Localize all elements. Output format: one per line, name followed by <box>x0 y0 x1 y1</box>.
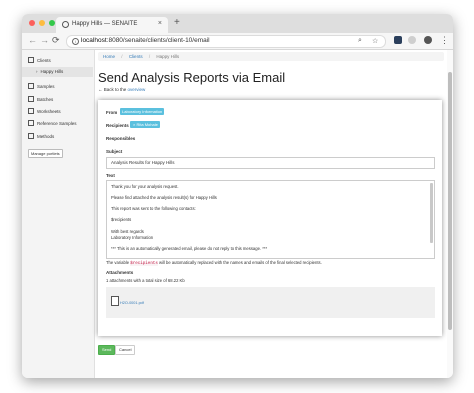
sidebar-item-samples[interactable]: Samples <box>28 83 55 89</box>
info-icon[interactable]: i <box>72 38 79 45</box>
browser-toolbar: ← → ⟳ i localhost:8080/senaite/clients/c… <box>22 33 453 50</box>
page-scrollbar-thumb[interactable] <box>448 72 452 330</box>
subject-input[interactable]: Analysis Results for Happy Hills <box>106 157 435 169</box>
breadcrumb-separator: / <box>121 54 123 59</box>
recipients-label: Recipients <box>106 123 129 128</box>
reference-icon <box>28 120 34 126</box>
text-label: Text <box>106 173 115 178</box>
sidebar-item-label: Methods <box>37 134 55 139</box>
variable-hint: The variable $recipients will be automat… <box>106 260 322 266</box>
clients-icon <box>28 57 34 63</box>
globe-icon <box>62 21 69 28</box>
extension-dots-icon[interactable] <box>408 36 416 44</box>
sidebar-item-clients[interactable]: Clients <box>28 57 51 63</box>
textarea-scrollbar[interactable] <box>430 183 433 243</box>
forward-arrow-icon[interactable]: → <box>40 35 49 45</box>
sidebar-item-label: Happy Hills <box>40 69 64 74</box>
methods-icon <box>28 133 34 139</box>
chevron-right-icon: › <box>36 69 38 74</box>
body-textarea[interactable]: Thank you for your analysis request. Ple… <box>106 180 435 259</box>
url-path: :8080/senaite/clients/client-10/email <box>106 37 210 44</box>
attachments-summary: 1 attachments with a total size of 68.22… <box>106 278 185 283</box>
maximize-window-button[interactable] <box>49 20 55 26</box>
browser-tab[interactable]: Happy Hills — SENAITE × <box>56 17 168 33</box>
overview-link[interactable]: overview <box>128 87 146 92</box>
hint-prefix: The variable <box>106 260 130 265</box>
manage-portlets-button[interactable]: Manage portlets <box>28 149 63 158</box>
tab-bar: Happy Hills — SENAITE × + <box>22 14 453 33</box>
worksheets-icon <box>28 108 34 114</box>
extension-icon[interactable] <box>394 36 402 44</box>
breadcrumb-clients[interactable]: Clients <box>129 54 143 59</box>
sidebar-item-worksheets[interactable]: Worksheets <box>28 108 61 114</box>
text-line: This report was sent to the following co… <box>111 206 196 211</box>
text-line: Thank you for your analysis request. <box>111 184 179 189</box>
tab-title: Happy Hills — SENAITE <box>72 21 138 27</box>
back-link-line: ← Back to the overview <box>98 87 145 92</box>
sidebar-item-label: Samples <box>37 84 55 89</box>
text-line: With best regards <box>111 229 144 234</box>
page-title: Send Analysis Reports via Email <box>98 70 286 85</box>
breadcrumb: Home / Clients / Happy Hills <box>98 52 444 61</box>
sidebar-item-label: Reference Samples <box>37 121 77 126</box>
hint-variable: $recipients <box>130 262 158 266</box>
url-text: localhost:8080/senaite/clients/client-10… <box>81 37 210 44</box>
sidebar-item-reference-samples[interactable]: Reference Samples <box>28 120 77 126</box>
breadcrumb-separator: / <box>148 54 151 59</box>
email-form-panel: From Laboratory Information Recipients ×… <box>98 100 442 336</box>
responsibles-label: Responsibles <box>106 136 136 141</box>
address-bar[interactable]: i localhost:8080/senaite/clients/client-… <box>66 35 386 48</box>
text-line: Laboratory Information <box>111 235 154 240</box>
cancel-button[interactable]: Cancel <box>115 345 136 355</box>
attachment-link[interactable]: H2O-0001.pdf <box>120 301 144 305</box>
attachments-box: H2O-0001.pdf <box>106 287 435 318</box>
recipient-name: Rita Mohale <box>136 122 158 127</box>
sidebar-item-methods[interactable]: Methods <box>28 133 54 139</box>
url-host: localhost <box>81 37 107 44</box>
breadcrumb-home[interactable]: Home <box>103 54 115 59</box>
sidebar-item-batches[interactable]: Batches <box>28 96 53 102</box>
remove-recipient-icon[interactable]: × <box>133 122 135 127</box>
attachments-label: Attachments <box>106 270 134 275</box>
batches-icon <box>28 96 34 102</box>
from-label: From <box>106 110 118 115</box>
sidebar-item-label: Batches <box>37 97 54 102</box>
browser-window: Happy Hills — SENAITE × + ← → ⟳ i localh… <box>22 14 453 378</box>
new-tab-button[interactable]: + <box>174 17 180 28</box>
recipient-badge[interactable]: × Rita Mohale <box>130 121 160 128</box>
pdf-file-icon <box>111 296 119 306</box>
bookmark-star-icon[interactable]: ☆ <box>372 37 378 45</box>
back-arrow-icon[interactable]: ← <box>28 35 37 45</box>
minimize-window-button[interactable] <box>39 20 45 26</box>
sidebar: Clients › Happy Hills Samples Batches Wor… <box>22 50 95 378</box>
from-badge: Laboratory Information <box>120 108 165 115</box>
text-line: Please find attached the analysis result… <box>111 195 217 200</box>
text-line: *** This is an automatically generated e… <box>111 246 268 251</box>
text-line: $recipients <box>111 217 132 222</box>
sidebar-item-happy-hills[interactable]: › Happy Hills <box>36 69 63 74</box>
tab-close-icon[interactable]: × <box>158 20 162 27</box>
sidebar-item-label: Worksheets <box>37 109 61 114</box>
send-button[interactable]: Send <box>98 345 116 355</box>
subject-value: Analysis Results for Happy Hills <box>111 160 175 165</box>
hint-suffix: will be automatically replaced with the … <box>159 260 322 265</box>
zoom-icon[interactable]: ⌕ <box>358 37 362 45</box>
samples-icon <box>28 83 34 89</box>
browser-menu-icon[interactable]: ⋮ <box>440 35 449 46</box>
breadcrumb-current: Happy Hills <box>156 54 180 59</box>
back-prefix: ← Back to the <box>98 87 127 92</box>
profile-avatar[interactable] <box>424 36 432 44</box>
subject-label: Subject <box>106 149 123 154</box>
main-content: Home / Clients / Happy Hills Send Analys… <box>95 50 453 378</box>
reload-icon[interactable]: ⟳ <box>52 35 60 46</box>
close-window-button[interactable] <box>29 20 35 26</box>
sidebar-item-label: Clients <box>37 58 51 63</box>
